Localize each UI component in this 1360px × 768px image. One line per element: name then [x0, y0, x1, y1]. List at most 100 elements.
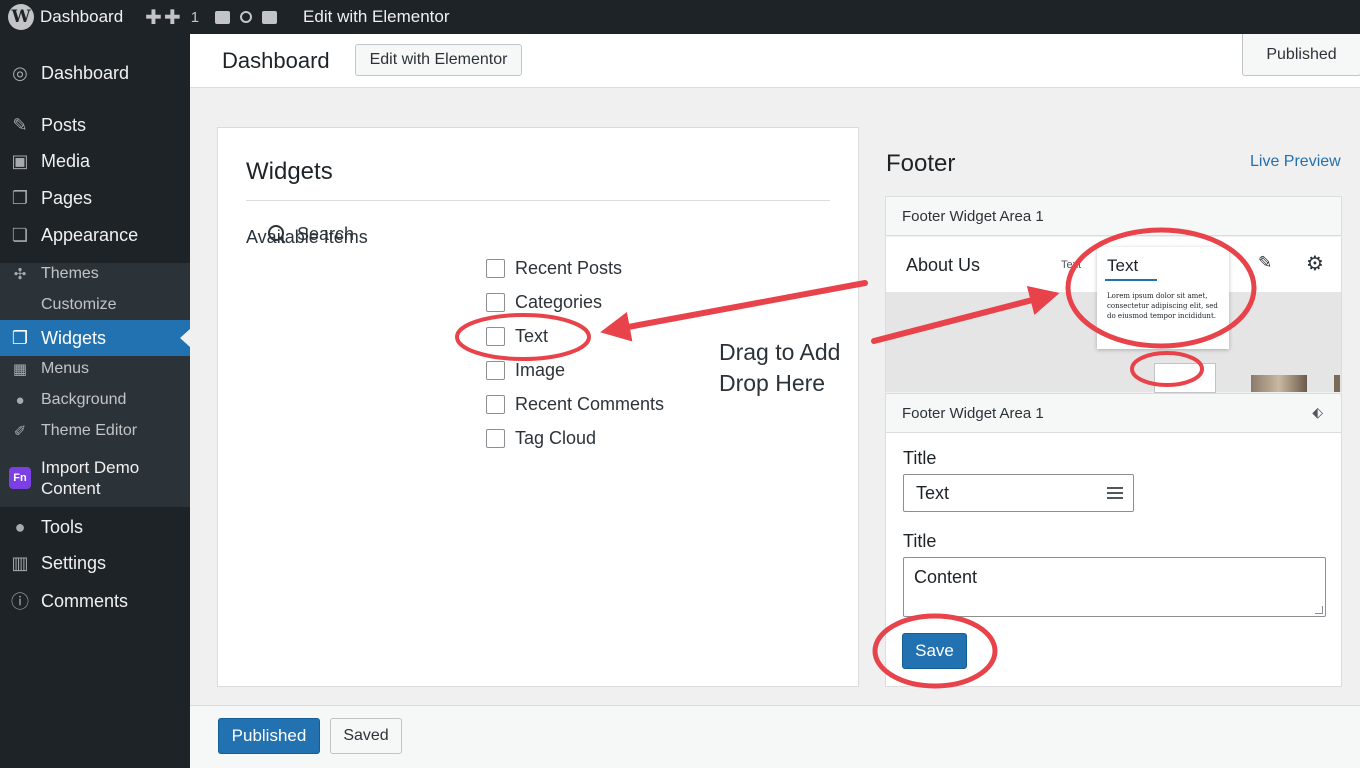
sidebar-item-label: Customize	[41, 296, 117, 313]
menu-lines-icon	[1107, 487, 1123, 499]
fn-badge: Fn	[9, 467, 31, 489]
popup-title: Text	[1107, 256, 1139, 275]
thumbnail-image	[1251, 375, 1307, 392]
widget-item-label: Categories	[515, 292, 603, 312]
media-icon: ▣	[11, 150, 29, 171]
thumbnail-image	[1334, 375, 1340, 392]
footer-widget-area-header-2[interactable]: Footer Widget Area 1 ⬖	[885, 393, 1342, 433]
checkbox[interactable]	[486, 429, 505, 448]
title-input-value: Text	[916, 482, 950, 503]
saved-button[interactable]: Saved	[330, 718, 402, 754]
sidebar-item-label: Dashboard	[41, 62, 130, 83]
blank-icon	[9, 295, 31, 315]
checkbox[interactable]	[486, 361, 505, 380]
sidebar-item-widgets[interactable]: ❐ Widgets	[0, 320, 190, 356]
widget-item-categories[interactable]: Categories	[486, 292, 602, 313]
published-status-button[interactable]: Published	[1242, 34, 1360, 76]
tools-icon: ●	[14, 516, 26, 537]
sidebar-item-menus[interactable]: ▦ Menus	[0, 354, 190, 384]
comment-icon	[215, 10, 231, 24]
footer-preview: About Us Text ✎ ⚙ Text Lorem ipsum dolor…	[885, 237, 1342, 393]
checkbox[interactable]	[486, 293, 505, 312]
sidebar-item-background[interactable]: ● Background	[0, 385, 190, 415]
sidebar-item-pages[interactable]: ❐ Pages	[0, 181, 190, 215]
widget-item-label: Text	[515, 326, 549, 346]
admin-bar-edit-link[interactable]: Edit with Elementor	[303, 0, 449, 34]
checkbox[interactable]	[486, 395, 505, 414]
area-header-label: Footer Widget Area 1	[902, 207, 1044, 225]
widget-item-search[interactable]: Search	[268, 224, 354, 245]
widget-item-label: Recent Comments	[515, 394, 665, 414]
sidebar-item-tools[interactable]: ● Tools	[0, 510, 190, 544]
sidebar-item-import-demo[interactable]: Fn Import Demo Content	[0, 454, 190, 502]
area-header-label: Footer Widget Area 1	[902, 404, 1044, 422]
sidebar-item-media[interactable]: ▣ Media	[0, 144, 190, 178]
drag-hint-line2: Drop Here	[719, 370, 826, 396]
sidebar-item-themes[interactable]: ✣ Themes	[0, 259, 190, 289]
save-button[interactable]: Save	[902, 633, 967, 669]
pencil-icon[interactable]: ✎	[1258, 253, 1272, 273]
content-label: Title	[903, 531, 937, 551]
sidebar-item-label: Media	[41, 150, 91, 171]
admin-bar-site-name[interactable]: Dashboard	[40, 7, 123, 27]
sidebar-item-label: Tools	[41, 516, 84, 537]
widget-item-label: Search	[297, 224, 355, 244]
widget-item-label: Image	[515, 360, 566, 380]
sidebar-item-settings[interactable]: ▥ Settings	[0, 546, 190, 580]
sidebar-item-appearance[interactable]: ❏ Appearance	[0, 218, 190, 252]
sidebar-item-comments[interactable]: ⓘ Comments	[0, 584, 190, 618]
content-textarea[interactable]: Content	[903, 557, 1326, 617]
brush-icon: ✐	[13, 423, 27, 440]
gear-icon[interactable]: ⚙	[1306, 251, 1324, 276]
live-preview-link[interactable]: Live Preview	[1250, 153, 1341, 171]
sidebar-item-posts[interactable]: ✎ Posts	[0, 108, 190, 142]
title-label: Title	[903, 448, 937, 468]
checkbox[interactable]	[486, 327, 505, 346]
checkbox[interactable]	[486, 259, 505, 278]
sidebar-item-label: Menus	[41, 360, 90, 377]
widget-item-text[interactable]: Text	[486, 326, 548, 347]
drag-hint-annotation: Drag to Add Drop Here	[719, 337, 840, 399]
footer-widget-area-header[interactable]: Footer Widget Area 1	[885, 196, 1342, 236]
menus-icon: ▦	[12, 361, 28, 378]
admin-bar-new-count: 1	[190, 8, 200, 26]
settings-icon: ▥	[11, 552, 29, 573]
pin-icon: ✎	[12, 114, 28, 135]
widget-item-image[interactable]: Image	[486, 360, 565, 381]
themes-icon: ✣	[13, 266, 27, 283]
search-icon	[268, 225, 287, 244]
sidebar-item-label: Themes	[41, 265, 99, 282]
widgets-title: Widgets	[246, 158, 333, 185]
sidebar-item-theme-editor[interactable]: ✐ Theme Editor	[0, 416, 190, 446]
widgets-icon: ❐	[11, 327, 29, 348]
widget-item-recent-posts[interactable]: Recent Posts	[486, 258, 622, 279]
admin-bar-comments[interactable]	[215, 0, 287, 34]
about-us-label: About Us	[906, 255, 981, 275]
admin-bar-site[interactable]: W Dashboard	[0, 0, 123, 34]
message-icon	[262, 10, 278, 24]
drop-target[interactable]	[1154, 363, 1216, 393]
sidebar-item-label: Pages	[41, 187, 93, 208]
wordpress-logo-icon[interactable]: W	[8, 4, 34, 30]
sidebar-item-dashboard[interactable]: ◎ Dashboard	[0, 56, 190, 90]
text-widget-popup[interactable]: Text Lorem ipsum dolor sit amet, consect…	[1097, 247, 1229, 349]
dashboard-icon: ◎	[12, 62, 28, 83]
admin-bar-new[interactable]: ✚ ✚ 1	[145, 0, 215, 34]
resize-handle-icon[interactable]	[1315, 606, 1323, 614]
sidebar-item-label: Theme Editor	[41, 422, 138, 439]
sidebar-item-label: Settings	[41, 552, 107, 573]
sidebar-item-label: Widgets	[41, 327, 107, 348]
widget-item-tag-cloud[interactable]: Tag Cloud	[486, 428, 596, 449]
collapse-icon[interactable]: ⬖	[1312, 404, 1323, 421]
published-button[interactable]: Published	[218, 718, 320, 754]
sidebar-item-label: Comments	[41, 590, 129, 611]
admin-sidebar: ◎ Dashboard ✎ Posts ▣ Media ❐ Pages ❏ Ap…	[0, 34, 190, 768]
title-input[interactable]: Text	[903, 474, 1134, 512]
divider	[246, 200, 830, 201]
plus-icon: ✚	[145, 6, 162, 29]
admin-bar-edit-label[interactable]: Edit with Elementor	[303, 7, 449, 27]
edit-with-elementor-button[interactable]: Edit with Elementor	[355, 44, 522, 76]
sidebar-item-customize[interactable]: Customize	[0, 290, 190, 320]
widget-item-recent-comments[interactable]: Recent Comments	[486, 394, 664, 415]
page-header: Dashboard Edit with Elementor Published	[190, 34, 1360, 88]
